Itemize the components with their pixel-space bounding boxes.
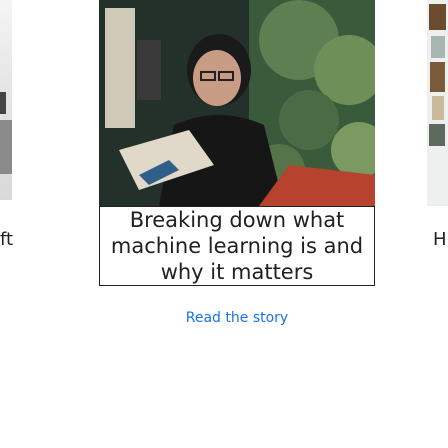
photo-illustration [99, 0, 375, 206]
main-card-headline-box[interactable]: Breaking down what machine learning is a… [99, 206, 375, 286]
right-card-image[interactable] [427, 0, 448, 206]
main-card-headline: Breaking down what machine learning is a… [110, 208, 364, 284]
left-card-image[interactable] [0, 0, 12, 200]
building-photo [427, 0, 448, 206]
main-card-image[interactable] [99, 0, 375, 206]
right-card-headline[interactable]: H [433, 226, 448, 254]
left-card-image-detail [0, 120, 12, 174]
left-card-headline[interactable]: ft [0, 226, 14, 254]
read-the-story-link[interactable]: Read the story [99, 310, 375, 326]
